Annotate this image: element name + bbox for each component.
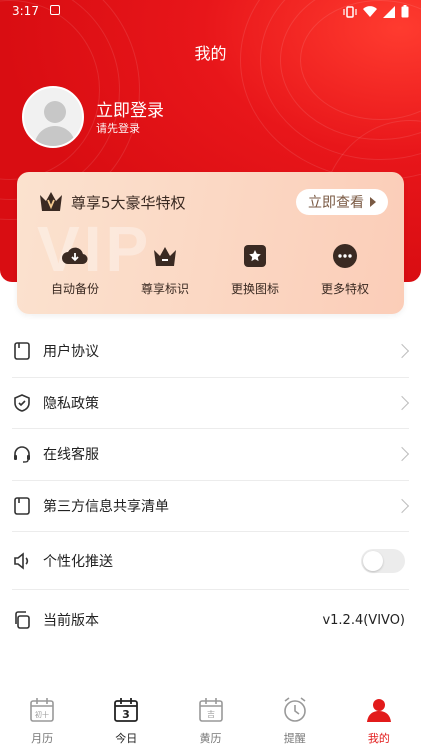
shield-icon	[14, 393, 30, 412]
calendar-glyph: 初十	[35, 710, 49, 719]
cloud-download-icon	[62, 247, 88, 265]
status-bar: 3:17	[0, 0, 421, 24]
bottom-tab-bar: 初十 月历 3 今日 吉 黄历 提醒 我的	[0, 688, 421, 748]
menu-item-third-party-sharing[interactable]: 第三方信息共享清单	[12, 481, 410, 532]
alarm-clock-icon	[283, 697, 306, 722]
menu-item-personalized-push: 个性化推送	[12, 532, 409, 590]
tab-label: 月历	[31, 732, 54, 745]
tab-label: 我的	[367, 732, 390, 745]
more-dots-icon	[333, 244, 357, 268]
document-icon	[14, 496, 30, 515]
menu-item-label: 在线客服	[43, 447, 99, 464]
perk-label: 自动备份	[50, 282, 99, 296]
view-privileges-button[interactable]: 立即查看	[296, 189, 388, 215]
almanac-glyph: 吉	[207, 710, 215, 719]
perk-more[interactable]: 更多特权	[309, 242, 381, 297]
menu-item-privacy-policy[interactable]: 隐私政策	[12, 378, 410, 429]
tab-label: 黄历	[199, 732, 222, 745]
view-privileges-label: 立即查看	[308, 195, 364, 211]
tab-calendar[interactable]: 初十 月历	[0, 688, 84, 748]
vip-crown-icon	[40, 192, 62, 211]
toggle-knob	[363, 550, 383, 571]
chevron-right-icon	[394, 447, 410, 462]
tab-label: 提醒	[283, 732, 306, 745]
perk-exclusive-badge[interactable]: 尊享标识	[129, 242, 201, 297]
signal-icon	[383, 5, 395, 18]
speaker-icon	[14, 551, 29, 570]
tab-reminder[interactable]: 提醒	[253, 688, 337, 748]
perk-label: 更多特权	[320, 282, 369, 296]
crown-icon	[154, 247, 176, 266]
menu-item-label: 个性化推送	[43, 553, 113, 570]
profile-icon	[366, 699, 391, 722]
login-subtitle: 请先登录	[96, 122, 140, 135]
notification-icon	[50, 5, 60, 15]
document-icon	[14, 342, 30, 361]
copy-icon	[15, 611, 30, 629]
vip-title: 尊享5大豪华特权	[71, 194, 186, 212]
battery-icon	[401, 5, 409, 18]
calendar-today-icon: 3	[114, 698, 139, 722]
avatar[interactable]	[22, 86, 84, 148]
chevron-right-icon	[394, 344, 410, 359]
headset-icon	[14, 446, 30, 463]
perk-label: 更换图标	[230, 282, 279, 296]
almanac-icon: 吉	[198, 698, 223, 722]
today-glyph: 3	[122, 708, 130, 721]
chevron-right-icon	[394, 395, 410, 410]
menu-item-label: 用户协议	[43, 344, 99, 361]
version-value: v1.2.4(VIVO)	[322, 612, 405, 628]
page-title: 我的	[194, 44, 227, 63]
star-badge-icon	[244, 245, 266, 267]
wifi-icon	[363, 5, 377, 17]
perk-change-icon[interactable]: 更换图标	[219, 242, 291, 297]
status-time: 3:17	[12, 4, 39, 18]
vip-card[interactable]: VIP 尊享5大豪华特权 立即查看 自动备份 尊享标识 更换图标 更多特权	[17, 172, 404, 314]
menu-item-user-agreement[interactable]: 用户协议	[12, 326, 410, 378]
menu-item-current-version: 当前版本 v1.2.4(VIVO)	[12, 590, 409, 650]
chevron-right-icon	[394, 498, 410, 513]
arrow-right-icon	[370, 197, 376, 207]
personalized-push-toggle[interactable]	[361, 548, 405, 573]
perk-label: 尊享标识	[140, 282, 189, 296]
menu-item-label: 第三方信息共享清单	[43, 498, 169, 515]
tab-mine[interactable]: 我的	[337, 688, 421, 748]
tab-label: 今日	[115, 732, 138, 745]
tab-almanac[interactable]: 吉 黄历	[168, 688, 252, 748]
menu-item-online-service[interactable]: 在线客服	[12, 429, 410, 481]
settings-list: 用户协议 隐私政策 在线客服 第三方信息共享清单 个性化推送 当前版本 v1.2…	[12, 326, 410, 650]
tab-today[interactable]: 3 今日	[84, 688, 168, 748]
menu-item-label: 当前版本	[43, 613, 99, 629]
login-link[interactable]: 立即登录	[96, 96, 164, 121]
vibrate-icon	[343, 5, 357, 18]
menu-item-label: 隐私政策	[43, 395, 99, 412]
calendar-month-icon: 初十	[30, 698, 54, 722]
perk-auto-backup[interactable]: 自动备份	[39, 242, 111, 297]
